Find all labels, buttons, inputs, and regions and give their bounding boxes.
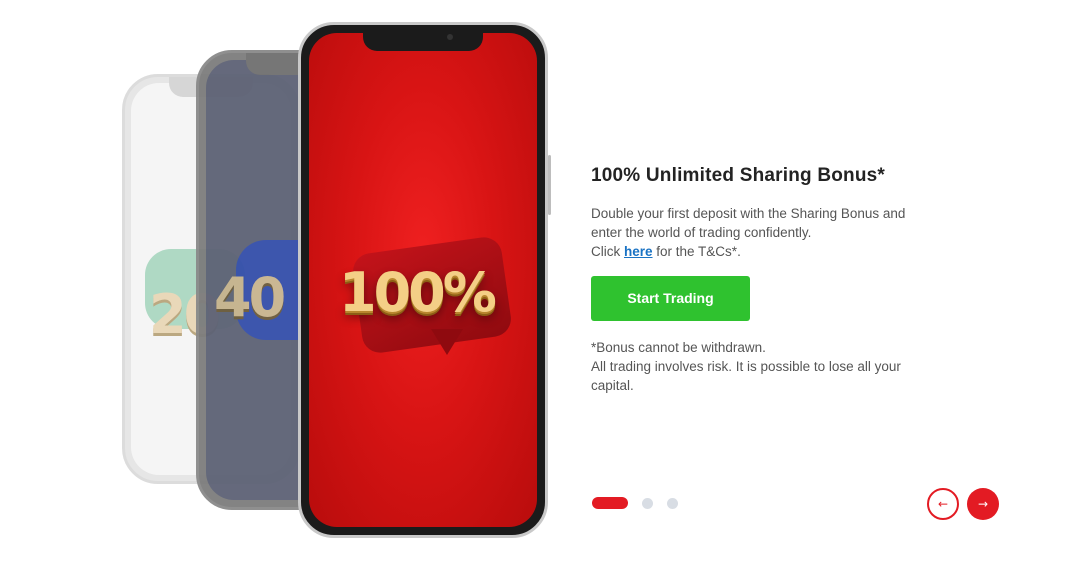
speech-bubble-tail [431, 329, 463, 355]
start-trading-button[interactable]: Start Trading [591, 276, 750, 321]
arrow-right-icon: → [977, 497, 989, 511]
bonus-40-balloon-text: 40 [214, 266, 286, 329]
next-slide-button[interactable]: → [967, 488, 999, 520]
desc-line-1: Double your first deposit with the Shari… [591, 206, 906, 221]
previous-slide-button[interactable]: ← [927, 488, 959, 520]
terms-link[interactable]: here [624, 244, 653, 259]
pagination-dot-1[interactable] [592, 497, 628, 509]
desc-click-text: Click [591, 244, 624, 259]
disclaimer-line-1: *Bonus cannot be withdrawn. [591, 340, 766, 355]
phone-mockup-front: 100% [298, 22, 551, 538]
desc-line-2: enter the world of trading confidently. [591, 225, 812, 240]
disclaimer: *Bonus cannot be withdrawn. All trading … [591, 338, 971, 395]
slide-content: 100% Unlimited Sharing Bonus* Double you… [591, 165, 971, 395]
bonus-100-balloon-text: 100% [339, 261, 497, 324]
arrow-left-icon: ← [937, 497, 949, 511]
pagination-dots [592, 497, 678, 509]
slide-title: 100% Unlimited Sharing Bonus* [591, 165, 886, 186]
disclaimer-line-3: capital. [591, 378, 634, 393]
promo-slider: 20 40 100% 100% Unlimited Sharing Bonus*… [0, 0, 1077, 572]
pagination-dot-3[interactable] [667, 497, 678, 509]
slide-description: Double your first deposit with the Shari… [591, 204, 971, 261]
camera-icon [447, 34, 453, 40]
phone-side-button [548, 155, 551, 215]
disclaimer-line-2: All trading involves risk. It is possibl… [591, 359, 901, 374]
phone-notch [363, 25, 483, 51]
pagination-dot-2[interactable] [642, 497, 653, 509]
desc-after-text: for the T&Cs*. [652, 244, 741, 259]
phone-screen-front: 100% [309, 33, 537, 527]
